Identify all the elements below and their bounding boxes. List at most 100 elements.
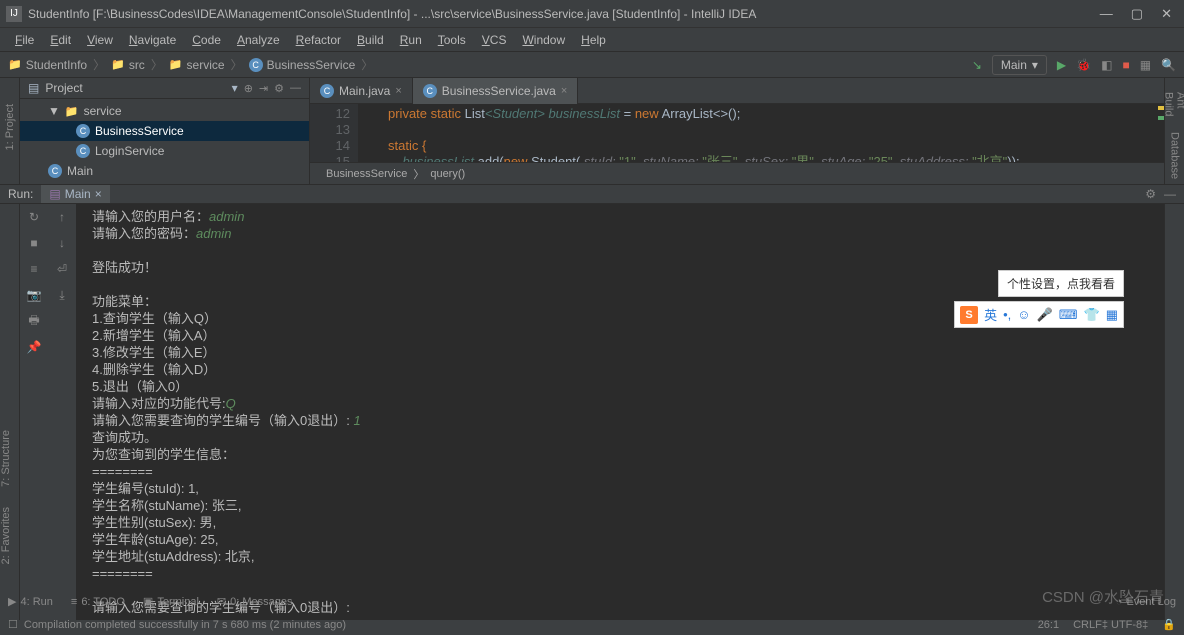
menu-help[interactable]: Help <box>574 31 613 49</box>
ime-emoji-icon[interactable]: ☺ <box>1017 307 1030 322</box>
ime-voice-icon[interactable]: 🎤 <box>1037 307 1053 323</box>
close-icon[interactable]: × <box>561 85 567 97</box>
class-icon: C <box>76 144 90 158</box>
encoding[interactable]: CRLF‡ UTF-8‡ <box>1073 619 1148 631</box>
folder-icon: 📁 <box>169 58 183 71</box>
minimize-button[interactable]: — <box>1100 6 1113 22</box>
layout-button[interactable]: ▦ <box>1140 58 1151 72</box>
console-line: 查询成功。 <box>92 429 1148 446</box>
event-log[interactable]: ◔ Event Log <box>1116 596 1176 608</box>
up-icon[interactable]: ↑ <box>53 208 71 226</box>
lock-icon[interactable]: 🔒 <box>1162 618 1176 631</box>
pin-icon[interactable]: 📌 <box>25 338 43 356</box>
down-icon[interactable]: ↓ <box>53 234 71 252</box>
sidebar-title[interactable]: Project <box>45 81 225 95</box>
coverage-button[interactable]: ◧ <box>1101 58 1112 72</box>
tree-item-studentinfo.iml[interactable]: 📄StudentInfo.iml <box>20 181 309 184</box>
run-button[interactable]: ▶ <box>1057 58 1066 72</box>
code-area[interactable]: private static List<Student> businessLis… <box>358 104 1158 162</box>
tree-item-loginservice[interactable]: CLoginService <box>20 141 309 161</box>
menu-vcs[interactable]: VCS <box>475 31 514 49</box>
tab-database[interactable]: Database <box>1169 124 1181 187</box>
sogou-logo-icon[interactable]: S <box>960 306 978 324</box>
breadcrumb[interactable]: 📁 StudentInfo 〉 📁 src 〉 📁 service 〉 C Bu… <box>8 56 375 73</box>
menu-file[interactable]: File <box>8 31 41 49</box>
ime-keyboard-icon[interactable]: ⌨ <box>1059 307 1078 323</box>
menubar[interactable]: FileEditViewNavigateCodeAnalyzeRefactorB… <box>0 28 1184 52</box>
stop-button[interactable]: ■ <box>25 234 43 252</box>
hide-button[interactable]: — <box>1164 187 1176 201</box>
tab-terminal[interactable]: ▣ Terminal <box>143 595 199 608</box>
menu-navigate[interactable]: Navigate <box>122 31 183 49</box>
wrap-icon[interactable]: ⏎ <box>53 260 71 278</box>
tree-item-main[interactable]: CMain <box>20 161 309 181</box>
tree-item-businessservice[interactable]: CBusinessService <box>20 121 309 141</box>
line-gutter: 1213141516 <box>310 104 358 162</box>
menu-tools[interactable]: Tools <box>431 31 473 49</box>
chevron-down-icon[interactable]: ▾ <box>232 81 238 95</box>
nav-bar: 📁 StudentInfo 〉 📁 src 〉 📁 service 〉 C Bu… <box>0 52 1184 78</box>
editor-tab[interactable]: CMain.java× <box>310 78 413 104</box>
project-tree[interactable]: ▼📁serviceCBusinessServiceCLoginServiceCM… <box>20 99 309 184</box>
chevron-down-icon[interactable]: ▼ <box>48 104 60 118</box>
close-icon[interactable]: × <box>395 85 401 97</box>
console-line: 请输入对应的功能代号:Q <box>92 395 1148 412</box>
menu-build[interactable]: Build <box>350 31 391 49</box>
menu-run[interactable]: Run <box>393 31 429 49</box>
crumb-class[interactable]: BusinessService <box>267 58 356 72</box>
build-icon[interactable]: ↘ <box>972 58 982 72</box>
console-line: ======== <box>92 565 1148 582</box>
tree-item-service[interactable]: ▼📁service <box>20 101 309 121</box>
console[interactable]: 请输入您的用户名：admin请输入您的密码：admin 登陆成功！ 功能菜单：1… <box>76 204 1164 620</box>
ime-punct-icon[interactable]: •, <box>1003 307 1011 322</box>
ime-toolbox-icon[interactable]: ▦ <box>1106 307 1118 323</box>
scroll-from-source-icon[interactable]: ⊕ <box>244 82 253 95</box>
menu-code[interactable]: Code <box>185 31 228 49</box>
code-breadcrumb[interactable]: BusinessService 〉 query() <box>310 162 1164 184</box>
gear-icon[interactable]: ⚙ <box>1145 187 1156 201</box>
stop-button[interactable]: ■ <box>1122 58 1129 72</box>
menu-analyze[interactable]: Analyze <box>230 31 287 49</box>
menu-view[interactable]: View <box>80 31 120 49</box>
ime-lang[interactable]: 英 <box>984 305 997 324</box>
crumb-src[interactable]: src <box>129 58 145 72</box>
menu-window[interactable]: Window <box>515 31 572 49</box>
tab-ant[interactable]: Ant Build <box>1163 84 1184 124</box>
crumb-class[interactable]: BusinessService <box>326 168 407 180</box>
tab-project[interactable]: 1: Project <box>4 98 16 156</box>
error-stripe[interactable] <box>1158 104 1164 162</box>
tab-favorites[interactable]: 2: Favorites <box>0 497 12 574</box>
caret-position[interactable]: 26:1 <box>1038 619 1059 631</box>
print-icon[interactable]: 🖶 <box>25 312 43 330</box>
tab-messages[interactable]: ✉ 0: Messages <box>217 595 293 608</box>
camera-icon[interactable]: 📷 <box>25 286 43 304</box>
close-icon[interactable]: × <box>95 187 102 201</box>
editor-tabs[interactable]: CMain.java×CBusinessService.java× <box>310 78 1164 104</box>
class-icon: C <box>320 84 334 98</box>
menu-refactor[interactable]: Refactor <box>289 31 348 49</box>
tab-todo[interactable]: ≡ 6: TODO <box>71 596 125 608</box>
layout-button[interactable]: ≡ <box>25 260 43 278</box>
rerun-button[interactable]: ↻ <box>25 208 43 226</box>
ime-toolbar[interactable]: 个性设置，点我看看 S 英 •, ☺ 🎤 ⌨ 👕 ▦ <box>954 270 1124 328</box>
close-button[interactable]: ✕ <box>1161 6 1172 22</box>
console-line: 2.新增学生（输入A） <box>92 327 1148 344</box>
ime-tooltip[interactable]: 个性设置，点我看看 <box>998 270 1124 297</box>
crumb-root[interactable]: StudentInfo <box>26 58 87 72</box>
run-tab-main[interactable]: ▤ Main × <box>41 185 109 203</box>
collapse-all-icon[interactable]: ⇥ <box>259 82 268 95</box>
search-everywhere-icon[interactable]: 🔍 <box>1161 58 1176 72</box>
editor-tab[interactable]: CBusinessService.java× <box>413 78 579 104</box>
tab-structure[interactable]: 7: Structure <box>0 420 12 497</box>
crumb-method[interactable]: query() <box>430 168 465 180</box>
crumb-service[interactable]: service <box>187 58 225 72</box>
debug-button[interactable]: 🐞 <box>1076 58 1091 72</box>
scroll-icon[interactable]: ⤓ <box>53 286 71 304</box>
gear-icon[interactable]: ⚙ <box>274 82 284 95</box>
hide-button[interactable]: — <box>290 82 301 94</box>
run-config-selector[interactable]: Main ▾ <box>992 55 1047 75</box>
ime-skin-icon[interactable]: 👕 <box>1084 307 1100 323</box>
maximize-button[interactable]: ▢ <box>1131 6 1143 22</box>
tab-run[interactable]: ▶ 4: Run <box>8 595 53 608</box>
menu-edit[interactable]: Edit <box>43 31 78 49</box>
